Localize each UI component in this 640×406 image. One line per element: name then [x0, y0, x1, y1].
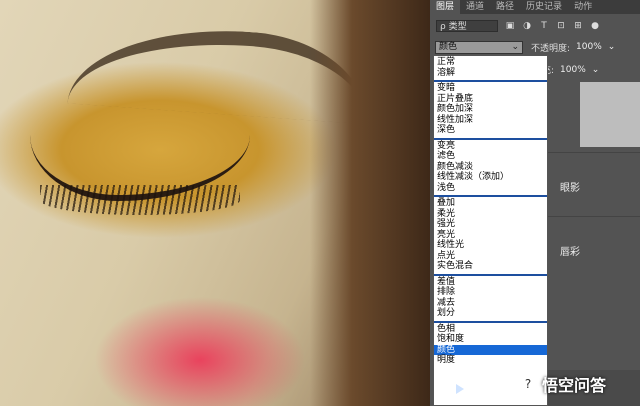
opacity-chevron-icon[interactable]: ⌄: [608, 42, 616, 52]
type-filter-icon[interactable]: T: [539, 21, 549, 31]
fill-value[interactable]: 100%: [560, 65, 586, 75]
blend-row: 颜色 ⌄ 不透明度: 100% ⌄: [435, 40, 635, 54]
opacity-value[interactable]: 100%: [576, 42, 602, 52]
blend-option[interactable]: 亮光: [434, 230, 547, 241]
layer-name: 唇彩: [560, 247, 580, 258]
blend-option[interactable]: 变暗: [434, 83, 547, 94]
shape-filter-icon[interactable]: ⊡: [556, 21, 566, 31]
blend-option-selected[interactable]: 颜色: [434, 344, 547, 355]
blend-option[interactable]: 饱和度: [434, 334, 547, 345]
layer-name: 眼影: [560, 183, 580, 194]
blend-group-normal: 正常 溶解: [434, 56, 547, 82]
blend-option[interactable]: 柔光: [434, 209, 547, 220]
filter-row: ρ 类型 ▣ ◑ T ⊡ ⊞ ●: [436, 19, 636, 33]
watermark-logo-icon: ?: [518, 374, 538, 394]
blend-option[interactable]: 深色: [434, 125, 547, 136]
image-filter-icon[interactable]: ▣: [505, 21, 515, 31]
blend-group-lighten: 变亮 滤色 颜色减淡 线性减淡（添加） 浅色: [434, 140, 547, 197]
blend-option[interactable]: 点光: [434, 251, 547, 262]
blend-option[interactable]: 强光: [434, 219, 547, 230]
watermark-text: 悟空问答: [542, 376, 607, 395]
layer-thumbnail-area: [580, 82, 640, 147]
blend-option[interactable]: 划分: [434, 308, 547, 319]
tab-paths[interactable]: 路径: [490, 0, 520, 14]
smart-object-filter-icon[interactable]: ⊞: [573, 21, 583, 31]
tab-layers[interactable]: 图层: [430, 0, 461, 14]
kind-filter-select[interactable]: ρ 类型: [436, 20, 498, 32]
blend-option[interactable]: 差值: [434, 277, 547, 288]
layer-row-lipstick[interactable]: 唇彩: [548, 216, 640, 277]
layer-row-eyeshadow[interactable]: 眼影: [548, 152, 640, 213]
mouse-cursor-icon: [456, 384, 464, 394]
blend-option[interactable]: 浅色: [434, 183, 547, 194]
tab-history[interactable]: 历史记录: [520, 0, 568, 14]
chevron-down-icon: ⌄: [511, 41, 519, 52]
blend-group-contrast: 叠加 柔光 强光 亮光 线性光 点光 实色混合: [434, 197, 547, 276]
adjustment-filter-icon[interactable]: ◑: [522, 21, 532, 31]
hair: [310, 0, 430, 406]
tab-actions[interactable]: 动作: [568, 0, 598, 14]
blend-option[interactable]: 线性减淡（添加）: [434, 172, 547, 183]
blend-option[interactable]: 正片叠底: [434, 94, 547, 105]
photo-canvas: [0, 0, 430, 406]
blend-mode-value: 颜色: [439, 41, 458, 52]
blend-mode-dropdown[interactable]: 正常 溶解 变暗 正片叠底 颜色加深 线性加深 深色 变亮 滤色 颜色减淡 线性…: [433, 55, 548, 406]
blend-option[interactable]: 排除: [434, 287, 547, 298]
blend-option[interactable]: 减去: [434, 298, 547, 309]
blend-group-inversion: 差值 排除 减去 划分: [434, 276, 547, 323]
fill-chevron-icon[interactable]: ⌄: [592, 65, 600, 75]
blend-group-darken: 变暗 正片叠底 颜色加深 线性加深 深色: [434, 82, 547, 140]
blend-option[interactable]: 线性光: [434, 240, 547, 251]
blend-option[interactable]: 颜色加深: [434, 104, 547, 115]
blend-option[interactable]: 叠加: [434, 198, 547, 209]
opacity-label: 不透明度:: [531, 43, 571, 54]
blend-option[interactable]: 溶解: [434, 68, 547, 79]
blend-option[interactable]: 色相: [434, 324, 547, 335]
blend-option[interactable]: 实色混合: [434, 261, 547, 272]
blend-option[interactable]: 滤色: [434, 151, 547, 162]
eyelashes: [40, 185, 240, 215]
blend-option[interactable]: 正常: [434, 57, 547, 68]
blend-option[interactable]: 变亮: [434, 141, 547, 152]
blend-option[interactable]: 明度: [434, 355, 547, 366]
blend-option[interactable]: 颜色减淡: [434, 162, 547, 173]
filter-toggle-icon[interactable]: ●: [590, 21, 600, 31]
blend-option[interactable]: 线性加深: [434, 115, 547, 126]
watermark: ? 悟空问答: [518, 372, 606, 396]
blend-mode-select[interactable]: 颜色 ⌄: [435, 40, 523, 54]
panel-tabs: 图层 通道 路径 历史记录 动作: [430, 0, 640, 14]
tab-channels[interactable]: 通道: [460, 0, 490, 14]
blend-group-component: 色相 饱和度 颜色 明度: [434, 323, 547, 368]
